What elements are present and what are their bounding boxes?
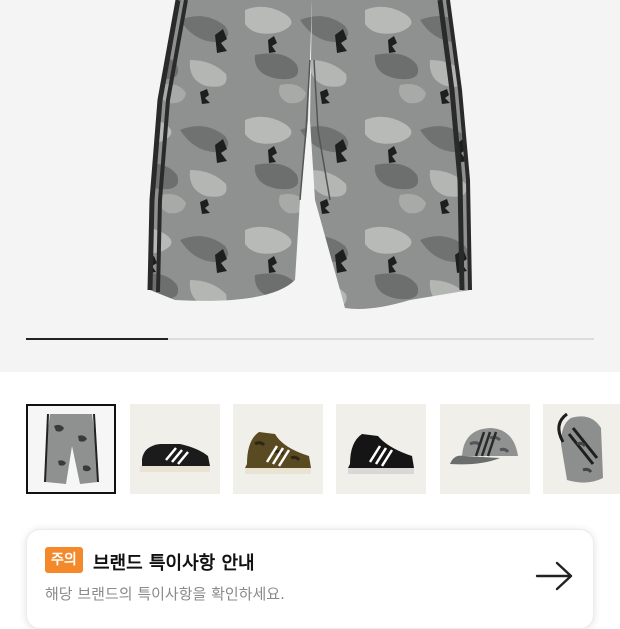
product-image-carousel[interactable] [0, 0, 620, 372]
thumbnail-camo-sling-bag[interactable] [543, 404, 620, 494]
black-sneaker-thumbnail [348, 434, 414, 474]
camo-cap-thumbnail [450, 428, 518, 465]
camo-sneaker-thumbnail [245, 432, 311, 474]
thumbnail-camo-track-pants[interactable] [26, 404, 116, 494]
sling-bag-thumbnail [557, 412, 603, 483]
thumbnail-strip [0, 404, 620, 496]
sneaker-thumbnail [140, 444, 210, 472]
notice-title: 브랜드 특이사항 안내 [93, 553, 255, 574]
brand-notice-card[interactable]: 주의 브랜드 특이사항 안내 해당 브랜드의 특이사항을 확인하세요. [26, 529, 594, 629]
carousel-progress-fill [26, 338, 168, 340]
thumbnail-black-high-top-sneaker[interactable] [336, 404, 426, 494]
camo-pants-image [147, 0, 472, 309]
caution-badge: 주의 [45, 547, 83, 573]
thumbnail-black-white-sneaker[interactable] [130, 404, 220, 494]
notice-subtitle: 해당 브랜드의 특이사항을 확인하세요. [45, 585, 285, 603]
arrow-right-icon[interactable] [533, 558, 577, 594]
thumbnail-camo-cap[interactable] [440, 404, 530, 494]
camo-pants-thumbnail [44, 413, 99, 484]
carousel-progress-track [26, 338, 594, 340]
thumbnail-camo-high-top-sneaker[interactable] [233, 404, 323, 494]
